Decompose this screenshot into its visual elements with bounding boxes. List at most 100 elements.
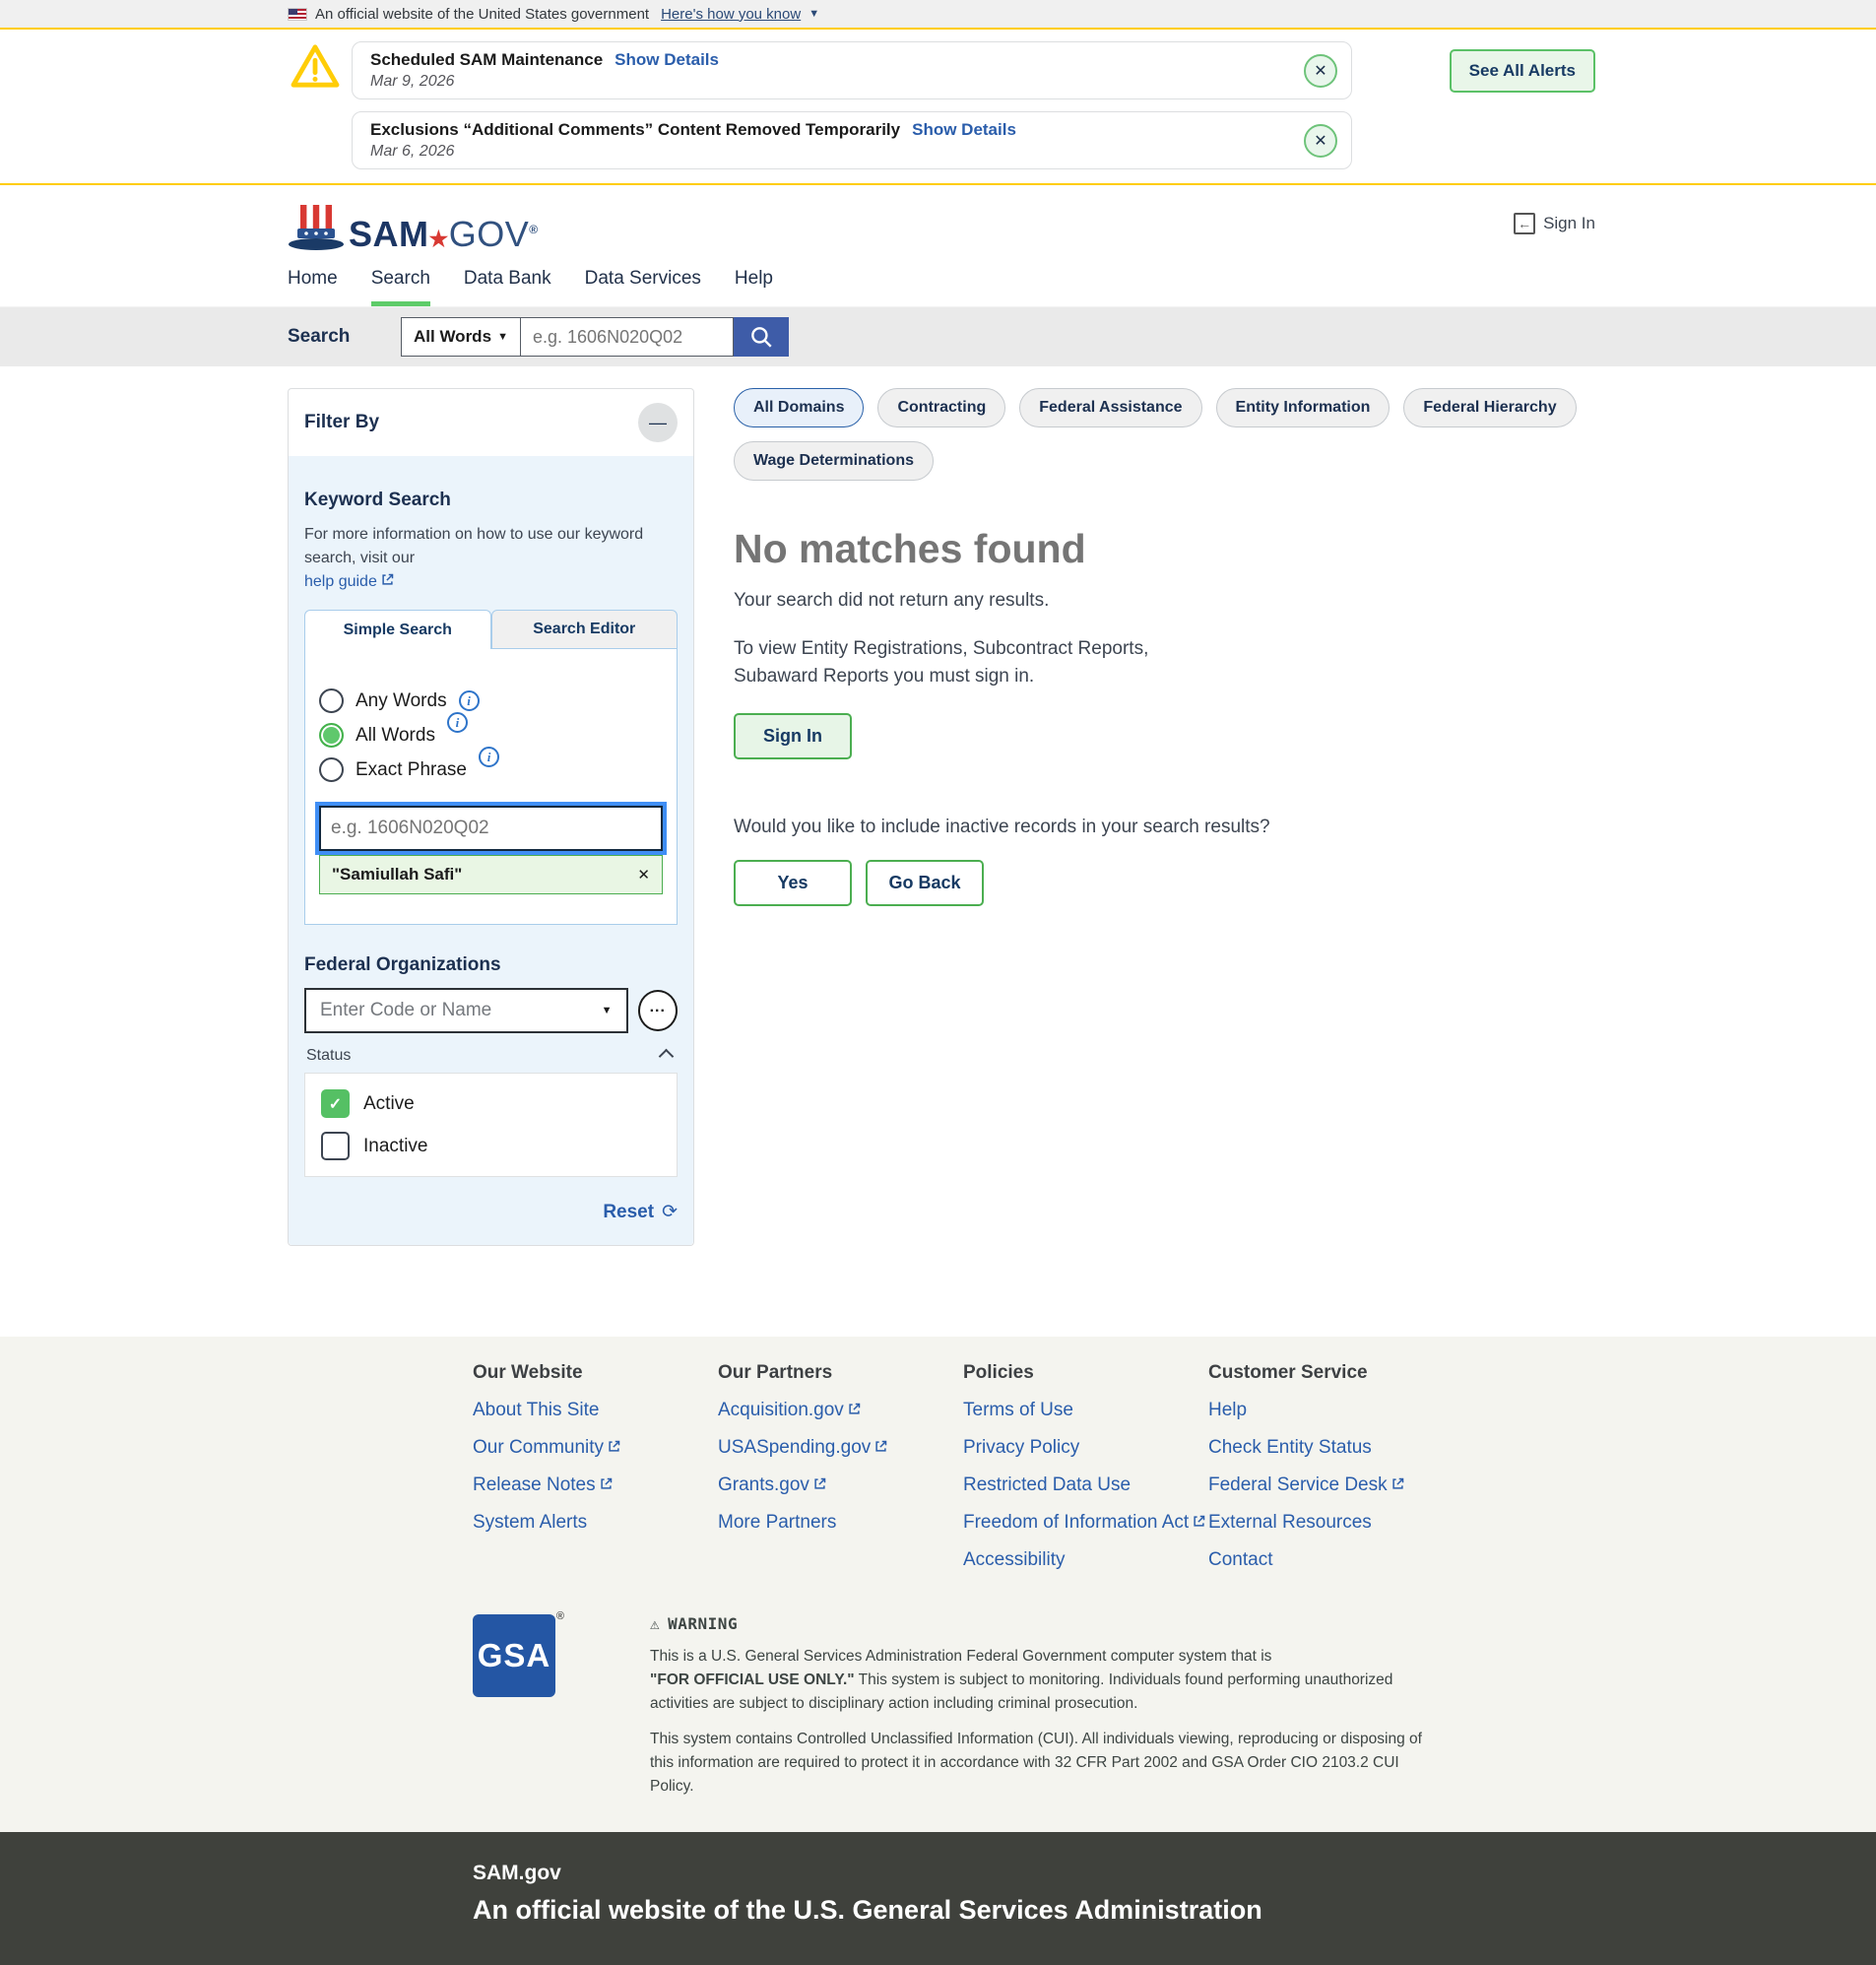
filter-collapse-button[interactable]: — — [638, 403, 678, 442]
go-back-button[interactable]: Go Back — [866, 860, 984, 906]
status-option-active[interactable]: ✓Active — [321, 1089, 661, 1118]
radio-label: All Words — [356, 725, 435, 747]
gov-banner-text: An official website of the United States… — [315, 6, 649, 23]
footer-link-privacy-policy[interactable]: Privacy Policy — [963, 1437, 1208, 1459]
footer-link-system-alerts[interactable]: System Alerts — [473, 1512, 718, 1534]
info-icon[interactable]: i — [479, 747, 499, 767]
footer-link-our-community[interactable]: Our Community — [473, 1437, 718, 1459]
status-heading: Status — [306, 1047, 351, 1065]
footer-link-grants-gov[interactable]: Grants.gov — [718, 1474, 963, 1496]
domain-tab-contracting[interactable]: Contracting — [877, 388, 1005, 427]
search-mode-value: All Words — [414, 327, 491, 347]
warning-triangle-small-icon: ⚠ — [650, 1614, 660, 1633]
checkbox-inactive[interactable] — [321, 1132, 350, 1160]
signin-button[interactable]: Sign In — [734, 713, 852, 759]
nav-item-search[interactable]: Search — [371, 268, 430, 306]
footer-link-check-entity-status[interactable]: Check Entity Status — [1208, 1437, 1454, 1459]
info-icon[interactable]: i — [459, 690, 480, 711]
search-band-label: Search — [288, 326, 401, 348]
radio-all-words[interactable] — [319, 723, 344, 748]
info-icon[interactable]: i — [447, 712, 468, 733]
domain-tab-wage-determinations[interactable]: Wage Determinations — [734, 441, 934, 481]
sam-gov-logo[interactable]: SAM★GOV® — [288, 203, 539, 252]
status-option-inactive[interactable]: Inactive — [321, 1132, 661, 1160]
alert-show-details-link[interactable]: Show Details — [912, 120, 1016, 139]
tab-search-editor[interactable]: Search Editor — [491, 610, 679, 649]
see-all-alerts-button[interactable]: See All Alerts — [1450, 49, 1595, 93]
inactive-records-question: Would you like to include inactive recor… — [734, 817, 1600, 838]
filter-title: Filter By — [304, 412, 379, 433]
nav-item-help[interactable]: Help — [735, 268, 773, 306]
radio-option-row: All Wordsi — [319, 723, 663, 748]
footer-link-more-partners[interactable]: More Partners — [718, 1512, 963, 1534]
how-you-know-link[interactable]: Here's how you know — [661, 6, 801, 23]
top-search-input[interactable] — [521, 317, 734, 357]
footer-link-release-notes[interactable]: Release Notes — [473, 1474, 718, 1496]
footer-link-freedom-of-information-act[interactable]: Freedom of Information Act — [963, 1512, 1208, 1534]
tab-simple-search[interactable]: Simple Search — [304, 610, 491, 649]
nav-item-data-services[interactable]: Data Services — [585, 268, 701, 306]
gov-banner: An official website of the United States… — [0, 0, 1876, 30]
footer-column-heading: Our Website — [473, 1362, 718, 1384]
footer-link-restricted-data-use[interactable]: Restricted Data Use — [963, 1474, 1208, 1496]
alert-box: Scheduled SAM MaintenanceShow Details Mar… — [352, 41, 1352, 99]
warning-heading: WARNING — [668, 1614, 738, 1633]
alert-close-button[interactable]: ✕ — [1304, 54, 1337, 88]
alert-date: Mar 9, 2026 — [370, 73, 1292, 91]
warning-block: ⚠ WARNING This is a U.S. General Service… — [650, 1614, 1428, 1799]
external-link-icon — [599, 1476, 614, 1491]
chevron-up-icon — [659, 1048, 675, 1064]
nav-item-home[interactable]: Home — [288, 268, 338, 306]
alert-title-line: Exclusions “Additional Comments” Content… — [370, 120, 1292, 140]
select-caret-icon: ▼ — [497, 331, 508, 343]
search-band: Search All Words ▼ — [0, 307, 1876, 366]
alert-title: Exclusions “Additional Comments” Content… — [370, 120, 900, 139]
search-mode-select[interactable]: All Words ▼ — [401, 317, 521, 357]
status-section-toggle[interactable]: Status — [306, 1047, 676, 1065]
checkbox-active[interactable]: ✓ — [321, 1089, 350, 1118]
footer-link-accessibility[interactable]: Accessibility — [963, 1549, 1208, 1571]
radio-any-words[interactable] — [319, 688, 344, 713]
footer-column-heading: Our Partners — [718, 1362, 963, 1384]
federal-org-combobox[interactable]: Enter Code or Name ▼ — [304, 988, 628, 1033]
alert-row: Scheduled SAM MaintenanceShow Details Mar… — [291, 41, 1876, 99]
external-link-icon — [812, 1476, 827, 1491]
footer-link-usaspending-gov[interactable]: USASpending.gov — [718, 1437, 963, 1459]
radio-exact-phrase[interactable] — [319, 757, 344, 782]
footer-link-external-resources[interactable]: External Resources — [1208, 1512, 1454, 1534]
reset-filters-link[interactable]: Reset ⟳ — [304, 1201, 678, 1223]
radio-option-row: Any Wordsi — [319, 688, 663, 713]
footer-link-federal-service-desk[interactable]: Federal Service Desk — [1208, 1474, 1454, 1496]
remove-tag-icon[interactable]: ✕ — [637, 866, 650, 884]
help-guide-link[interactable]: help guide — [304, 573, 377, 590]
alert-icon-slot — [291, 41, 352, 89]
external-link-icon — [1391, 1476, 1405, 1491]
footer-link-about-this-site[interactable]: About This Site — [473, 1400, 718, 1421]
footer-link-contact[interactable]: Contact — [1208, 1549, 1454, 1571]
federal-org-more-button[interactable]: ... — [638, 990, 678, 1031]
keyword-input[interactable] — [319, 806, 663, 851]
alert-close-button[interactable]: ✕ — [1304, 124, 1337, 158]
radio-label: Exact Phrase — [356, 759, 467, 781]
federal-org-placeholder: Enter Code or Name — [320, 1000, 491, 1021]
warning-triangle-icon — [291, 43, 352, 89]
nav-item-data-bank[interactable]: Data Bank — [464, 268, 551, 306]
site-header: SAM★GOV® ← Sign In — [0, 185, 1876, 252]
signin-top-label: Sign In — [1543, 214, 1595, 233]
domain-tab-federal-hierarchy[interactable]: Federal Hierarchy — [1403, 388, 1576, 427]
alert-title-line: Scheduled SAM MaintenanceShow Details — [370, 50, 1292, 70]
footer-link-help[interactable]: Help — [1208, 1400, 1454, 1421]
signin-top-link[interactable]: ← Sign In — [1514, 213, 1595, 234]
refresh-icon: ⟳ — [662, 1201, 678, 1223]
footer-link-acquisition-gov[interactable]: Acquisition.gov — [718, 1400, 963, 1421]
domain-tab-all-domains[interactable]: All Domains — [734, 388, 864, 427]
yes-button[interactable]: Yes — [734, 860, 852, 906]
domain-tab-federal-assistance[interactable]: Federal Assistance — [1019, 388, 1201, 427]
search-submit-button[interactable] — [734, 317, 789, 357]
search-icon — [748, 324, 774, 350]
alert-show-details-link[interactable]: Show Details — [615, 50, 719, 69]
combo-caret-icon: ▼ — [602, 1005, 613, 1016]
footer-link-terms-of-use[interactable]: Terms of Use — [963, 1400, 1208, 1421]
dark-footer: SAM.gov An official website of the U.S. … — [0, 1832, 1876, 1965]
domain-tab-entity-information[interactable]: Entity Information — [1216, 388, 1391, 427]
